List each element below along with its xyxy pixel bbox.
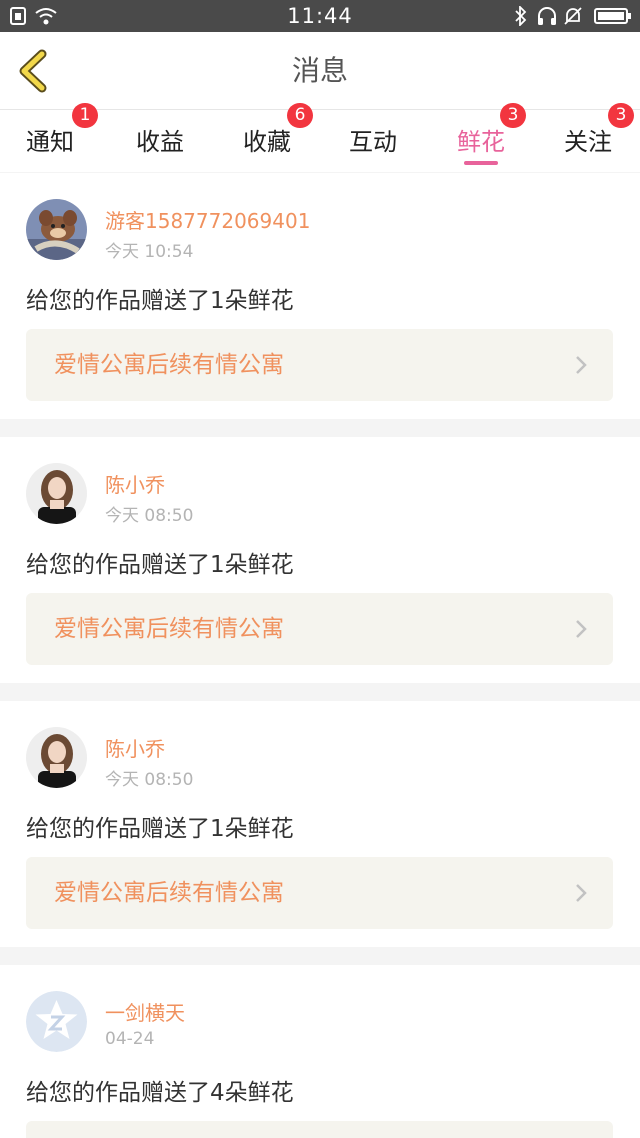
message-text: 给您的作品赠送了1朵鲜花 [26,288,294,314]
work-link[interactable]: 爱情公寓后续有情公寓 [26,329,613,401]
page-title: 消息 [291,54,348,87]
username[interactable]: 陈小乔 [105,733,165,762]
photo-avatar-icon [26,727,87,788]
mute-bell-icon [564,7,582,25]
username[interactable]: 陈小乔 [105,469,165,498]
work-title: 爱情公寓后续有情公寓 [54,616,284,642]
active-tab-indicator [464,161,498,165]
avatar[interactable] [26,199,87,260]
chevron-right-icon [576,884,587,902]
message-text: 给您的作品赠送了1朵鲜花 [26,552,294,578]
tab-income[interactable]: 收益 [110,110,210,172]
message-text: 给您的作品赠送了1朵鲜花 [26,816,294,842]
work-link[interactable]: 爱情公寓后续有情公寓 [26,857,613,929]
tab-flowers[interactable]: 鲜花 3 [431,103,531,172]
unread-badge: 3 [608,103,634,128]
tab-follow[interactable]: 关注 3 [538,103,638,172]
message-card: 陈小乔 今天 08:50 给您的作品赠送了1朵鲜花 爱情公寓后续有情公寓 [0,437,640,683]
battery-icon [594,8,631,24]
message-card: 游客1587772069401 今天 10:54 给您的作品赠送了1朵鲜花 爱情… [0,173,640,419]
status-bar: 11:44 [0,0,640,32]
timestamp: 今天 08:50 [105,770,194,790]
timestamp: 04-24 [105,1029,155,1049]
tab-notice[interactable]: 通知 1 [0,103,100,172]
avatar[interactable] [26,463,87,524]
chevron-right-icon [576,620,587,638]
cartoon-avatar-icon [26,199,87,260]
username[interactable]: 游客1587772069401 [105,205,310,234]
tab-label: 互动 [349,128,397,156]
timestamp: 今天 08:50 [105,506,194,526]
message-card: 一剑横天 04-24 给您的作品赠送了4朵鲜花 [0,965,640,1138]
tab-interaction[interactable]: 互动 [323,110,423,172]
tab-bar: 通知 1 收益 收藏 6 互动 鲜花 3 关注 3 [0,103,640,172]
nav-header: 消息 [0,32,640,110]
default-qq-avatar-icon [26,991,87,1052]
work-title: 爱情公寓后续有情公寓 [54,880,284,906]
work-title: 爱情公寓后续有情公寓 [54,352,284,378]
avatar[interactable] [26,727,87,788]
chevron-right-icon [576,356,587,374]
tab-favorites[interactable]: 收藏 6 [217,103,317,172]
message-card: 陈小乔 今天 08:50 给您的作品赠送了1朵鲜花 爱情公寓后续有情公寓 [0,701,640,947]
username[interactable]: 一剑横天 [105,997,185,1026]
unread-badge: 3 [500,103,526,128]
unread-badge: 6 [287,103,313,128]
work-link[interactable] [26,1121,613,1138]
bluetooth-icon [515,6,527,26]
message-text: 给您的作品赠送了4朵鲜花 [26,1080,294,1106]
work-link[interactable]: 爱情公寓后续有情公寓 [26,593,613,665]
tab-label: 收益 [136,128,184,156]
avatar[interactable] [26,991,87,1052]
unread-badge: 1 [72,103,98,128]
photo-avatar-icon [26,463,87,524]
headphones-icon [538,7,556,25]
timestamp: 今天 10:54 [105,242,194,262]
